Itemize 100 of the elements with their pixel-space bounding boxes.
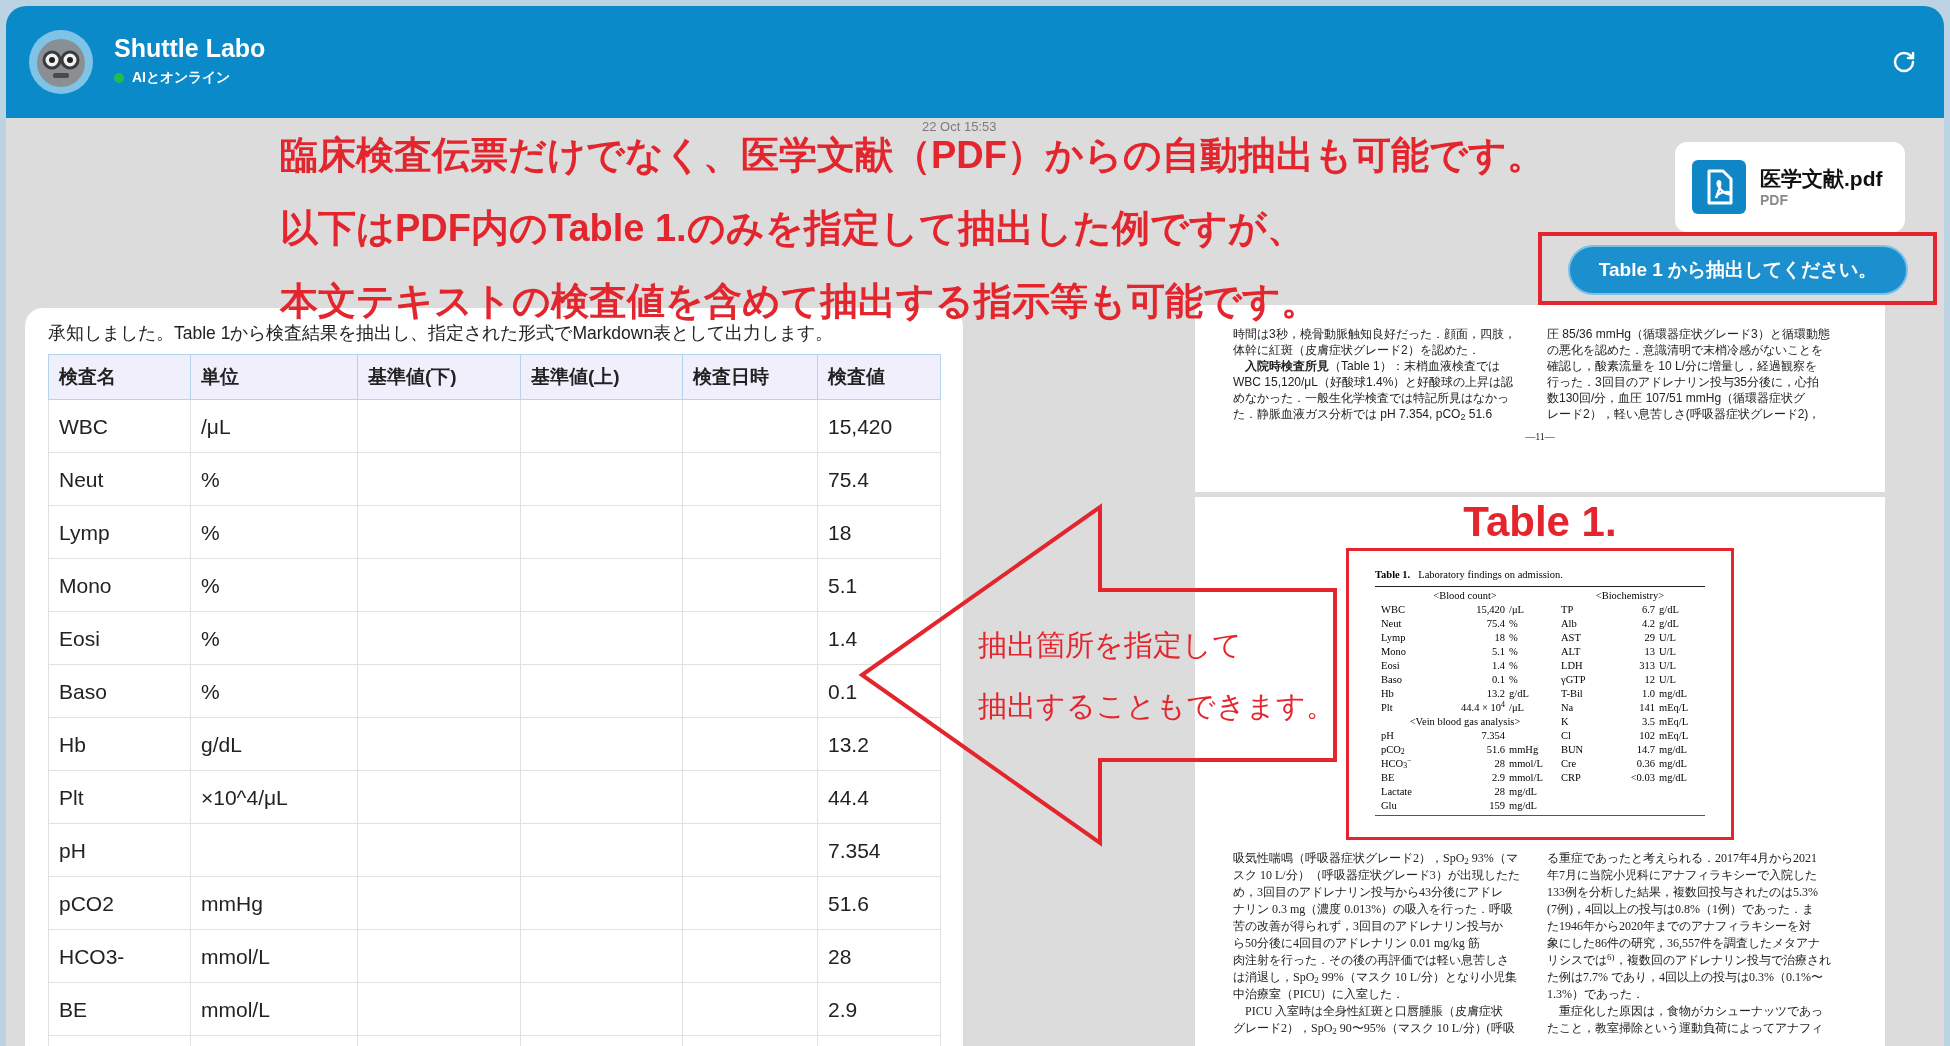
page-number: —11— (1525, 430, 1555, 444)
message-timestamp: 22 Oct 15:53 (922, 119, 997, 134)
pdf-text-line: ナリン 0.3 mg（濃度 0.013%）の吸入を行った．呼吸 (1233, 902, 1514, 916)
pdf-table-cell: AST (1561, 631, 1581, 643)
table-cell: 2.9 (817, 982, 941, 1036)
table-cell: HCO3- (48, 929, 191, 983)
pdf-table-cell: U/L (1659, 673, 1676, 685)
pdf-text-line: 苦の改善が得られず，3回目のアドレナリン投与か (1233, 919, 1503, 933)
pdf-text-line: WBC 15,120/μL（好酸球1.4%）と好酸球の上昇は認 (1233, 375, 1514, 389)
pdf-table-cell: TP (1561, 603, 1574, 615)
table-cell: % (190, 505, 358, 559)
pdf-table-cell: Glu (1381, 799, 1397, 811)
refresh-icon (1892, 50, 1916, 74)
pdf-text-line: の悪化を認めた．意識清明で末梢冷感がないことを (1547, 343, 1823, 357)
pdf-table-label: Table 1. (1375, 568, 1411, 582)
pdf-table-cell: 2.9 (1491, 772, 1505, 783)
pdf-text-line: (7例)，4回以上の投与は0.8%（1例）であった．ま (1547, 902, 1814, 916)
table-cell: 13.2 (817, 717, 941, 771)
pdf-table-cell: 6.7 (1641, 604, 1655, 615)
pdf-table-cell: /μL (1509, 701, 1524, 713)
pdf-table-cell: g/dL (1659, 603, 1679, 615)
pdf-table-cell: Eosi (1381, 659, 1400, 671)
pdf-table-cell: pCO$_{2}$ (1381, 743, 1405, 755)
table-cell: 44.4 (817, 770, 941, 824)
status-text: AIとオンライン (132, 68, 230, 87)
table-cell: pCO2 (48, 876, 191, 930)
pdf-table-cell: 13.2 (1486, 688, 1505, 699)
pdf-table-cell: mg/dL (1509, 799, 1537, 811)
annotation-text: 抽出箇所を指定して (978, 628, 1243, 663)
pdf-text-line: PICU 入室時は全身性紅斑と口唇腫脹（皮膚症状 (1244, 1004, 1504, 1018)
table-cell: 0.1 (817, 664, 941, 718)
column-header: 単位 (190, 354, 358, 400)
pdf-text-line: 圧 85/36 mmHg（循環器症状グレード3）と循環動態 (1547, 327, 1830, 341)
pdf-table-cell: 5.1 (1491, 646, 1505, 657)
table-cell: 15,420 (817, 399, 941, 453)
pdf-table-cell: pH (1381, 729, 1394, 741)
table-cell: WBC (48, 399, 191, 453)
user-message-button[interactable]: Table 1 から抽出してください。 (1568, 245, 1908, 295)
table-cell: /μL (190, 399, 358, 453)
pdf-table-cell: % (1509, 659, 1518, 671)
pdf-text-line: 中治療室（PICU）に入室した． (1233, 987, 1405, 1001)
table-cell: mmHg (190, 876, 358, 930)
pdf-table-cell: 18 (1494, 632, 1505, 643)
pdf-table-cell: <0.03 (1630, 772, 1655, 783)
pdf-table-cell: 51.6 (1486, 744, 1505, 755)
pdf-table-cell: 102 (1639, 730, 1655, 741)
avatar-icon (28, 29, 94, 95)
pdf-text-line: 1.3%）であった． (1547, 987, 1644, 1001)
chat-title: Shuttle Labo (114, 36, 266, 61)
pdf-table-title: Laboratory findings on admission. (1418, 568, 1563, 582)
annotation-text: 以下はPDF内のTable 1.のみを指定して抽出した例ですが、 (280, 208, 1305, 248)
pdf-text-line: た例は7.7% であり，4回以上の投与は0.3%（0.1%〜 (1547, 970, 1823, 984)
pdf-table-cell: U/L (1659, 645, 1676, 657)
pdf-table-cell: 75.4 (1486, 618, 1505, 629)
table-cell: BE (48, 982, 191, 1036)
reply-text: 承知しました。Table 1から検査結果を抽出し、指定された形式でMarkdown表として出力します。 (48, 322, 835, 345)
pdf-table-cell: 15,420 (1476, 604, 1505, 615)
pdf-table-cell: Lactate (1381, 785, 1412, 797)
pdf-table-cell: % (1509, 673, 1518, 685)
pdf-table-cell: 7.354 (1481, 730, 1505, 741)
pdf-table-cell: 28 (1494, 758, 1505, 769)
file-name: 医学文献.pdf (1760, 167, 1883, 189)
pdf-table-cell: /μL (1509, 603, 1524, 615)
pdf-table-cell: g/dL (1509, 687, 1529, 699)
table-cell: mmol/L (190, 982, 358, 1036)
pdf-text-line: 重症化した原因は，食物がカシューナッツであっ (1558, 1004, 1823, 1018)
table-cell: g/dL (190, 717, 358, 771)
table-cell: Hb (48, 717, 191, 771)
pdf-table-cell: K (1561, 715, 1569, 727)
pdf-text-line: る重症であったと考えられる．2017年4月から2021 (1547, 851, 1817, 865)
pdf-text-line: 確認し，酸素流量を 10 L/分に増量し，経過観察を (1547, 359, 1818, 373)
pdf-text-line: 133例を分析した結果，複数回投与されたのは5.3% (1547, 885, 1818, 899)
pdf-table-cell: Hb (1381, 687, 1394, 699)
pdf-table-cell: % (1509, 645, 1518, 657)
pdf-table-cell: mEq/L (1659, 715, 1689, 727)
table-cell: 7.354 (817, 823, 941, 877)
pdf-text-line: めなかった．一般生化学検査では特記所見はなかっ (1233, 391, 1509, 405)
pdf-table-cell: 1.0 (1641, 688, 1655, 699)
column-header: 基準値(下) (357, 354, 521, 400)
pdf-text-line: 体幹に紅斑（皮膚症状グレード2）を認めた． (1233, 343, 1480, 357)
file-attachment[interactable]: 医学文献.pdf PDF (1675, 142, 1905, 232)
pdf-table-cell: Na (1561, 701, 1574, 713)
pdf-table-cell: BUN (1561, 743, 1584, 755)
pdf-table-cell: 4.2 (1641, 618, 1655, 629)
pdf-file-icon (1692, 160, 1746, 214)
table-cell: % (190, 664, 358, 718)
pdf-table-cell: ALT (1561, 645, 1581, 657)
pdf-text-line: た1946年から2020年までのアナフィラキシーを対 (1547, 919, 1811, 933)
pdf-table-cell: Cl (1561, 729, 1571, 741)
table-cell: pH (48, 823, 191, 877)
pdf-table-cell: 159 (1489, 800, 1505, 811)
pdf-table-cell: 1.4 (1491, 660, 1505, 671)
pdf-table-cell: 0.36 (1636, 758, 1655, 769)
table-cell: % (190, 452, 358, 506)
pdf-table-cell: % (1509, 617, 1518, 629)
pdf-text-line: は消退し，SpO$_{2}$ 99%（マスク 10 L/分）となり小児集 (1233, 970, 1517, 984)
pdf-text-line: たこと，教室掃除という運動負荷によってアナフィ (1547, 1021, 1823, 1035)
annotation-text: 抽出することもできます。 (978, 689, 1335, 724)
pdf-table-cell: 0.1 (1491, 674, 1505, 685)
pdf-table-cell: Plt (1381, 701, 1393, 713)
